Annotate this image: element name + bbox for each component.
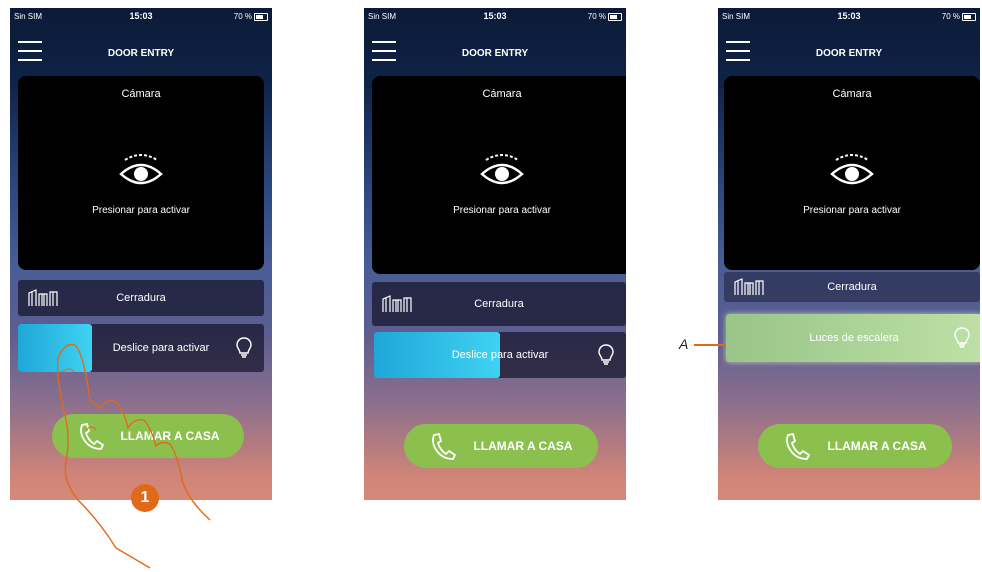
lock-button[interactable]: Cerradura	[724, 272, 980, 302]
clock: 15:03	[837, 11, 861, 21]
phone-icon	[786, 432, 810, 460]
camera-panel[interactable]: Cámara Presionar para activar	[724, 76, 980, 270]
phone-icon	[432, 432, 456, 460]
callout-label: A	[679, 336, 689, 352]
page-title: DOOR ENTRY	[461, 48, 529, 59]
callout-line	[694, 344, 726, 346]
camera-label: Cámara	[482, 88, 522, 100]
call-home-button[interactable]: LLAMAR A CASA	[404, 424, 598, 468]
light-bulb-icon	[598, 344, 614, 365]
status-bar: Sin SIM 15:03 70 %	[364, 8, 626, 26]
stair-lights-button[interactable]: Luces de escalera	[726, 314, 980, 362]
call-home-button[interactable]: LLAMAR A CASA	[758, 424, 952, 468]
step-badge: 1	[131, 484, 159, 512]
battery-label: 70 %	[587, 12, 606, 21]
light-slider[interactable]: Deslice para activar	[374, 332, 626, 378]
slider-label: Deslice para activar	[451, 349, 549, 361]
light-bulb-icon	[954, 327, 970, 348]
camera-hint: Presionar para activar	[453, 205, 551, 216]
battery-icon	[608, 13, 622, 21]
camera-hint: Presionar para activar	[803, 205, 901, 216]
clock: 15:03	[483, 11, 507, 21]
lock-label: Cerradura	[474, 298, 524, 310]
lock-label: Cerradura	[827, 281, 877, 293]
page-title: DOOR ENTRY	[815, 48, 883, 59]
call-label: LLAMAR A CASA	[827, 439, 927, 453]
battery-icon	[962, 13, 976, 21]
camera-label: Cámara	[832, 88, 872, 100]
stair-lights-label: Luces de escalera	[809, 332, 899, 344]
lock-button[interactable]: Cerradura	[372, 282, 626, 326]
camera-panel[interactable]: Cámara Presionar para activar	[372, 76, 626, 274]
eye-icon	[480, 154, 524, 185]
phone-screen-2: Sin SIM 15:03 70 % DOOR ENTRY Cámara Pre…	[364, 8, 626, 500]
battery-label: 70 %	[941, 12, 960, 21]
call-label: LLAMAR A CASA	[473, 439, 573, 453]
status-bar: Sin SIM 15:03 70 %	[718, 8, 980, 26]
eye-icon	[830, 154, 874, 185]
phone-screen-3: Sin SIM 15:03 70 % DOOR ENTRY Cámara Pre…	[718, 8, 980, 500]
